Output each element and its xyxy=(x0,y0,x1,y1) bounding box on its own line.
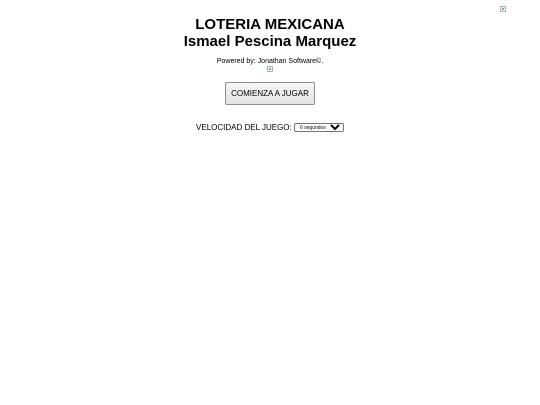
speed-label: VELOCIDAD DEL JUEGO: xyxy=(196,123,292,132)
powered-by-logo-icon xyxy=(267,66,273,72)
title-line-game: LOTERIA MEXICANA xyxy=(195,16,345,33)
start-game-button[interactable]: COMIENZA A JUGAR xyxy=(225,82,315,105)
page-title: LOTERIA MEXICANA Ismael Pescina Marquez xyxy=(0,16,540,50)
speed-row: VELOCIDAD DEL JUEGO: 6 segundos xyxy=(0,122,540,133)
page: LOTERIA MEXICANA Ismael Pescina Marquez … xyxy=(0,0,540,405)
title-line-author: Ismael Pescina Marquez xyxy=(183,33,357,50)
broken-image-icon xyxy=(500,6,506,12)
speed-select[interactable]: 6 segundos xyxy=(293,123,344,133)
powered-by-text: Powered by: Jonathan Software©. xyxy=(216,58,324,65)
